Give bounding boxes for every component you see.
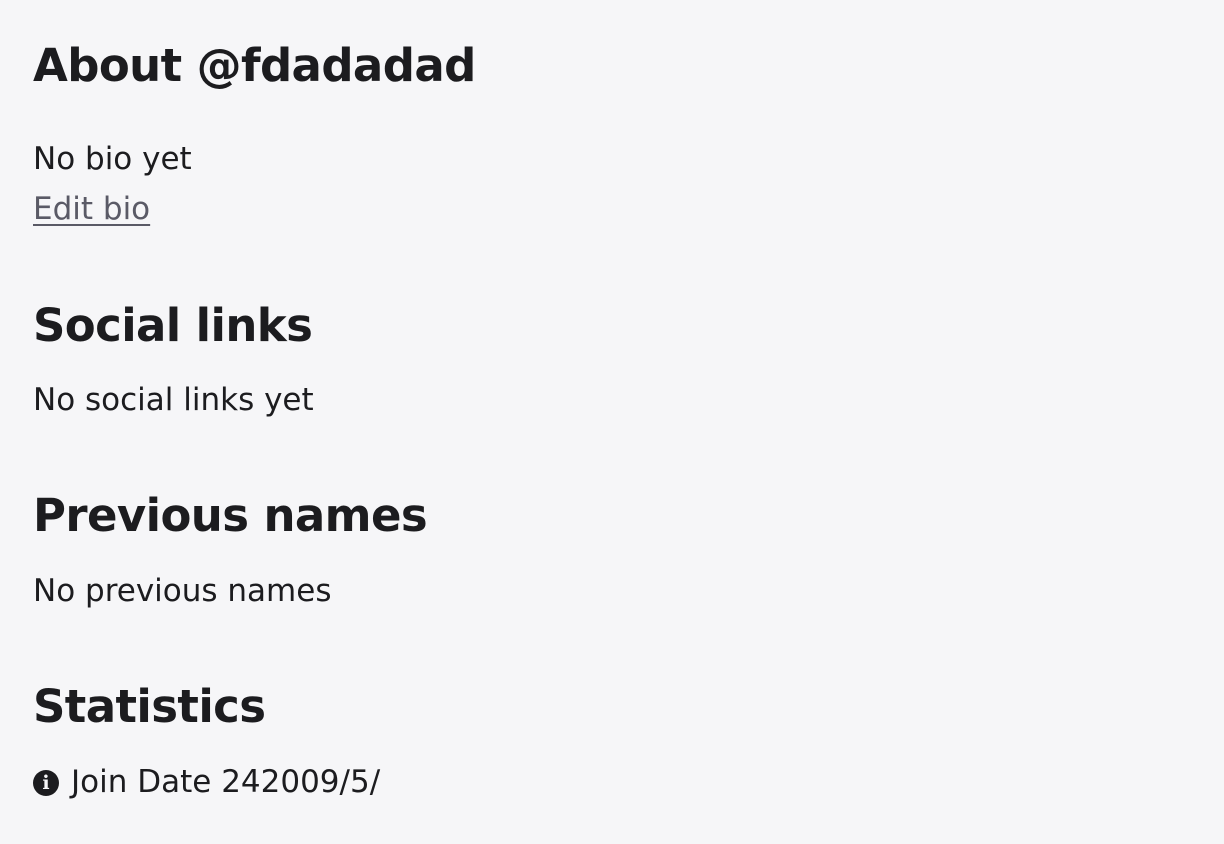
edit-bio-link[interactable]: Edit bio xyxy=(33,189,150,229)
statistics-heading: Statistics xyxy=(33,680,266,733)
bio-text: No bio yet xyxy=(33,141,192,177)
about-section: About @fdadadad No bio yet Edit bio xyxy=(33,39,476,227)
previous-names-empty-text: No previous names xyxy=(33,573,332,609)
info-icon: i xyxy=(33,770,59,796)
social-links-empty-text: No social links yet xyxy=(33,382,314,418)
join-date-value: 242009/5/ xyxy=(221,764,381,800)
previous-names-section: Previous names No previous names xyxy=(33,489,428,609)
about-heading: About @fdadadad xyxy=(33,39,476,92)
social-links-heading: Social links xyxy=(33,299,313,352)
join-date-label: Join Date xyxy=(71,764,212,800)
previous-names-heading: Previous names xyxy=(33,489,428,542)
statistics-section: Statistics i Join Date 242009/5/ xyxy=(33,680,380,800)
social-links-section: Social links No social links yet xyxy=(33,299,314,418)
join-date-row: i Join Date 242009/5/ xyxy=(33,762,380,802)
profile-about-page: About @fdadadad No bio yet Edit bio Soci… xyxy=(0,0,1224,844)
join-date-spacer xyxy=(211,762,221,802)
